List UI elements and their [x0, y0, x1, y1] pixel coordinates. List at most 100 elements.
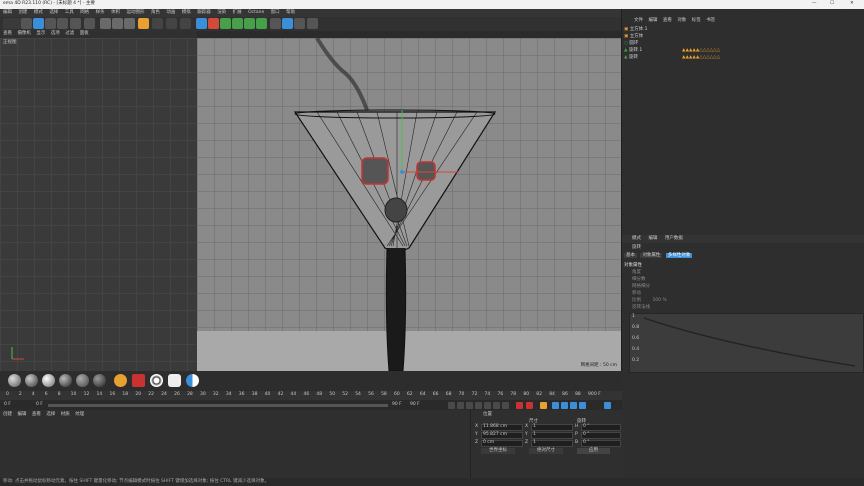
mm-tab[interactable]: 查看 [32, 412, 41, 417]
prop-row[interactable]: 比例 100 % [632, 298, 667, 304]
prev-key-icon[interactable] [457, 402, 464, 409]
menu-item[interactable]: 跟踪器 [197, 10, 211, 16]
object-row[interactable]: ▲ 旋转.1 [624, 48, 642, 54]
menu-item[interactable]: 模式 [34, 10, 43, 16]
viewport-menu-item[interactable]: 过滤 [65, 31, 74, 36]
mm-tab[interactable]: 纹理 [75, 412, 84, 417]
timeline-settings-icon[interactable] [604, 402, 611, 409]
prop-row[interactable]: 网格细分 [632, 284, 650, 290]
field-icon[interactable] [270, 18, 281, 29]
goto-start-icon[interactable] [448, 402, 455, 409]
viewport-main[interactable]: 网格间距 : 50 cm [197, 38, 621, 371]
viewport-menu-item[interactable]: 摄像机 [17, 31, 31, 36]
rotate-icon[interactable] [57, 18, 68, 29]
om-tab[interactable]: 查看 [663, 18, 672, 23]
am-tab[interactable]: 用户数据 [665, 236, 683, 241]
minimize-icon[interactable]: — [812, 1, 817, 7]
object-row[interactable]: ▣ 立方体.1 [624, 27, 647, 33]
recent-tool-icon[interactable] [70, 18, 81, 29]
menu-item[interactable]: 样条 [96, 10, 105, 16]
key-rotation-icon[interactable] [570, 402, 577, 409]
pen-icon[interactable] [208, 18, 219, 29]
camera-icon[interactable] [294, 18, 305, 29]
prop-row[interactable]: 移动 [632, 291, 641, 297]
menu-item[interactable]: 帮助 [286, 10, 295, 16]
maximize-icon[interactable]: ☐ [830, 1, 834, 7]
pos-x-field[interactable]: 11.868 cm [481, 424, 523, 431]
am-tab[interactable]: 模式 [632, 236, 641, 241]
om-tab[interactable]: 编辑 [648, 18, 657, 23]
menu-item[interactable]: 窗口 [271, 10, 280, 16]
key-param-icon[interactable] [579, 402, 586, 409]
menu-item[interactable]: 扩展 [233, 10, 242, 16]
am-subtab[interactable]: 多样性对象 [665, 253, 693, 258]
pos-z-field[interactable]: 0 cm [481, 440, 523, 447]
rot-h-field[interactable]: 0 ° [581, 424, 621, 431]
viewport-menu-item[interactable]: 选项 [51, 31, 60, 36]
menu-item[interactable]: 渲染 [217, 10, 226, 16]
end-frame-field[interactable]: 90 F [392, 402, 402, 408]
next-key-icon[interactable] [493, 402, 500, 409]
material-preset[interactable] [59, 374, 72, 387]
size-x-field[interactable]: 1 [531, 424, 573, 431]
coordinate-system-icon[interactable] [138, 18, 149, 29]
material-preset[interactable] [25, 374, 38, 387]
autokey-icon[interactable] [526, 402, 533, 409]
floor-icon[interactable] [282, 18, 293, 29]
live-select-icon[interactable] [21, 18, 32, 29]
bend-icon[interactable] [244, 18, 255, 29]
render-settings-icon[interactable] [180, 18, 191, 29]
frame-range-slider[interactable] [48, 404, 388, 407]
move-icon[interactable] [33, 18, 44, 29]
render-view-icon[interactable] [152, 18, 163, 29]
menu-item[interactable]: 动画 [166, 10, 175, 16]
coord-mode-select[interactable]: 世界坐标 [481, 448, 515, 454]
material-preset[interactable] [42, 374, 55, 387]
material-preset[interactable] [8, 374, 21, 387]
spline-curve-editor[interactable]: 1 0.8 0.6 0.4 0.2 [629, 313, 864, 373]
scale-icon[interactable] [45, 18, 56, 29]
half-sphere-icon[interactable] [186, 374, 199, 387]
goto-end-icon[interactable] [502, 402, 509, 409]
mm-tab[interactable]: 创建 [3, 412, 12, 417]
end-frame-field-2[interactable]: 90 F [410, 402, 420, 408]
om-tab[interactable]: 书签 [706, 18, 715, 23]
x-axis-icon[interactable] [100, 18, 111, 29]
prop-row[interactable]: 细分数 [632, 277, 646, 283]
am-subtab[interactable]: 基本 [624, 253, 637, 258]
menu-item[interactable]: 体积 [111, 10, 120, 16]
y-axis-icon[interactable] [112, 18, 123, 29]
cloner-icon[interactable] [256, 18, 267, 29]
object-row[interactable]: ▲ 旋转 [624, 55, 638, 61]
am-tab[interactable]: 编辑 [648, 236, 657, 241]
viewport-menu-item[interactable]: 查看 [3, 31, 12, 36]
object-row[interactable]: ○ 圆环 [624, 41, 638, 47]
start-frame-field[interactable]: 0 F [36, 402, 43, 408]
size-mode-select[interactable]: 绝对尺寸 [529, 448, 563, 454]
prop-row[interactable]: 反转法线 [632, 305, 650, 311]
play-icon[interactable] [475, 402, 482, 409]
key-position-icon[interactable] [552, 402, 559, 409]
mm-tab[interactable]: 编辑 [17, 412, 26, 417]
rot-b-field[interactable]: 0 ° [581, 440, 621, 447]
viewport-menu-item[interactable]: 显示 [36, 31, 45, 36]
menu-item[interactable]: Octane [248, 10, 264, 16]
object-row[interactable]: ▣ 立方体 [624, 34, 643, 40]
viewport-left[interactable]: 正视图 [0, 38, 197, 371]
light-icon[interactable] [307, 18, 318, 29]
render-picture-icon[interactable] [166, 18, 177, 29]
size-y-field[interactable]: 1 [531, 432, 573, 439]
menu-item[interactable]: 网格 [80, 10, 89, 16]
prev-frame-icon[interactable] [466, 402, 473, 409]
material-preset[interactable] [76, 374, 89, 387]
array-icon[interactable] [232, 18, 243, 29]
menu-item[interactable]: 运动图形 [127, 10, 145, 16]
om-tab[interactable]: 对象 [677, 18, 686, 23]
current-frame-field[interactable]: 0 F [4, 402, 11, 408]
size-z-field[interactable]: 1 [531, 440, 573, 447]
camera-icon[interactable] [132, 374, 145, 387]
mm-tab[interactable]: 材质 [61, 412, 70, 417]
menu-item[interactable]: 角色 [151, 10, 160, 16]
apply-button[interactable]: 应用 [577, 448, 610, 454]
viewport-menu-item[interactable]: 面板 [80, 31, 89, 36]
